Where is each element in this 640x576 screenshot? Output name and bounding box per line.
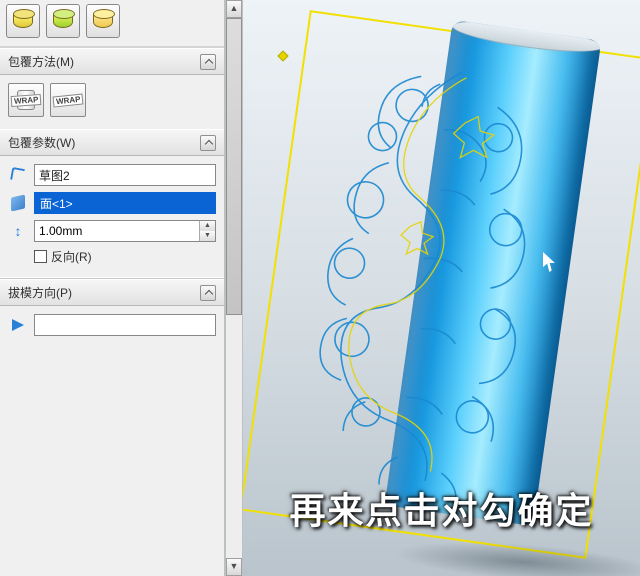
section-header-wrap-method[interactable]: 包覆方法(M) [0, 48, 224, 75]
draft-direction-icon [8, 315, 28, 335]
wrap-distance-input[interactable] [35, 221, 199, 241]
target-face-input[interactable] [34, 192, 216, 214]
model-viewport[interactable]: 再来点击对勾确定 [243, 0, 640, 576]
source-sketch-input[interactable] [34, 164, 216, 186]
distance-icon: ↕ [8, 221, 28, 241]
wrap-style-cylinder-button[interactable]: WRAP [8, 83, 44, 117]
section-body-draft [0, 306, 224, 348]
section-title: 拔模方向(P) [8, 284, 72, 301]
wrap-type-toolbar [0, 0, 224, 48]
chevron-up-icon[interactable] [200, 135, 216, 151]
chevron-up-icon[interactable] [200, 285, 216, 301]
stepper-up-button[interactable]: ▲ [200, 221, 215, 231]
wrap-type-emboss-button[interactable] [6, 4, 40, 38]
wrap-type-scribe-button[interactable] [86, 4, 120, 38]
stepper-down-button[interactable]: ▼ [200, 231, 215, 241]
wrap-style-flat-button[interactable]: WRAP [50, 83, 86, 117]
scroll-up-button[interactable]: ▲ [226, 0, 242, 18]
panel-scrollbar[interactable]: ▲ ▼ [225, 0, 243, 576]
scroll-thumb[interactable] [226, 18, 242, 315]
scroll-down-button[interactable]: ▼ [226, 558, 242, 576]
section-body-wrap-method: WRAP WRAP [0, 75, 224, 129]
selection-handle[interactable] [277, 50, 288, 61]
section-title: 包覆参数(W) [8, 134, 75, 151]
mouse-cursor-icon [543, 252, 561, 278]
chevron-up-icon[interactable] [200, 54, 216, 70]
section-title: 包覆方法(M) [8, 53, 74, 70]
property-panel: 包覆方法(M) WRAP WRAP 包覆参数(W) ↕ ▲ ▼ [0, 0, 225, 576]
reverse-checkbox[interactable] [34, 250, 47, 263]
face-icon [8, 193, 28, 213]
reverse-label: 反向(R) [51, 248, 92, 265]
wrap-type-deboss-button[interactable] [46, 4, 80, 38]
scroll-track[interactable] [226, 18, 242, 558]
wrap-distance-stepper[interactable]: ▲ ▼ [34, 220, 216, 242]
draft-direction-input[interactable] [34, 314, 216, 336]
section-header-draft[interactable]: 拔模方向(P) [0, 279, 224, 306]
section-body-wrap-params: ↕ ▲ ▼ 反向(R) [0, 156, 224, 277]
section-header-wrap-params[interactable]: 包覆参数(W) [0, 129, 224, 156]
sketch-icon [8, 165, 28, 185]
